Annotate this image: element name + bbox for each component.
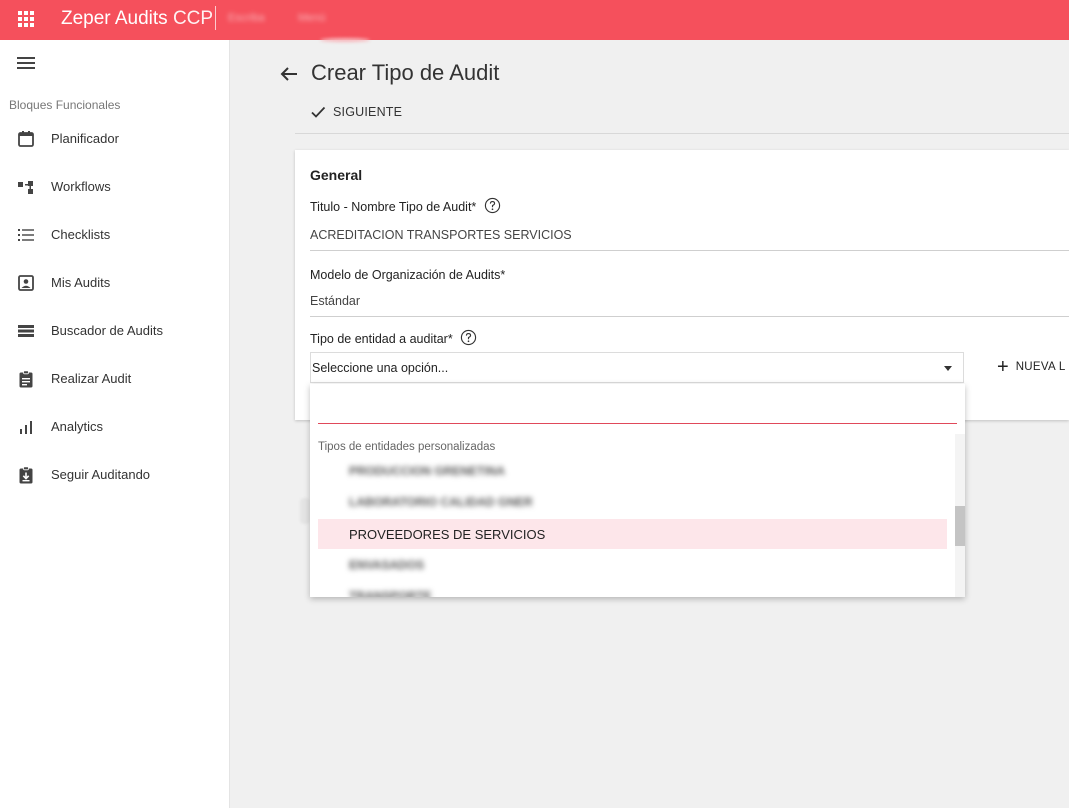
sidebar-item-label: Analytics	[51, 419, 104, 434]
next-button[interactable]: SIGUIENTE	[309, 100, 402, 124]
modelo-label: Modelo de Organización de Audits*	[310, 268, 506, 282]
entidad-dropdown-panel: Tipos de entidades personalizadas PRODUC…	[310, 384, 965, 597]
nueva-button-label: NUEVA L	[1015, 361, 1066, 373]
sidebar-item-planificador[interactable]: Planificador	[0, 119, 229, 159]
sidebar-item-workflows[interactable]: Workflows	[0, 167, 229, 207]
sidebar-item-analytics[interactable]: Analytics	[0, 407, 229, 447]
help-icon[interactable]	[460, 329, 477, 346]
sidebar-item-seguir-auditando[interactable]: Seguir Auditando	[0, 455, 229, 495]
dropdown-option-selected[interactable]: PROVEEDORES DE SERVICIOS	[318, 519, 947, 549]
dropdown-option-label: TRANSPORTE	[349, 589, 432, 597]
card-title: General	[310, 167, 363, 183]
sidebar-item-label: Buscador de Audits	[51, 323, 164, 338]
app-suffix: CCP	[172, 8, 214, 29]
help-icon[interactable]	[484, 197, 501, 214]
bar-chart-icon	[20, 421, 32, 434]
background-control	[300, 498, 310, 524]
dropdown-option[interactable]: ENVASADOS	[318, 550, 947, 580]
titulo-label-text: Titulo - Nombre Tipo de Audit*	[310, 200, 477, 214]
modelo-field-underline	[310, 316, 1069, 317]
nueva-button[interactable]: + NUEVA L	[997, 356, 1066, 378]
dropdown-option-label: ENVASADOS	[349, 558, 425, 572]
dropdown-scrollbar-thumb[interactable]	[955, 506, 965, 546]
sidebar-item-label: Planificador	[51, 131, 119, 146]
app-brand[interactable]: Zeper Audits CCP	[61, 8, 213, 30]
sidebar-item-checklists[interactable]: Checklists	[0, 215, 229, 255]
dropdown-option[interactable]: PRODUCCION GRENETINA	[318, 456, 947, 486]
dropdown-option-label: LABORATORIO CALIDAD GNER	[349, 495, 533, 509]
sidebar-item-label: Mis Audits	[51, 275, 111, 290]
checklist-icon	[18, 229, 34, 241]
dropdown-option[interactable]: TRANSPORTE	[318, 581, 947, 597]
sidebar: Bloques Funcionales Planificador Workflo…	[0, 40, 230, 808]
top-app-bar: Zeper Audits CCP Escriba Menú	[0, 0, 1069, 42]
dropdown-option[interactable]: LABORATORIO CALIDAD GNER	[318, 487, 947, 517]
list-view-icon	[18, 325, 34, 337]
dropdown-group-label: Tipos de entidades personalizadas	[318, 441, 496, 453]
clipboard-download-icon	[19, 466, 33, 484]
sidebar-item-label: Realizar Audit	[51, 371, 132, 386]
sidebar-item-label: Workflows	[51, 179, 111, 194]
sidebar-item-mis-audits[interactable]: Mis Audits	[0, 263, 229, 303]
apps-grid-icon[interactable]	[18, 11, 34, 27]
sidebar-item-realizar-audit[interactable]: Realizar Audit	[0, 359, 229, 399]
dropdown-option-label: PRODUCCION GRENETINA	[349, 464, 506, 478]
next-button-label: SIGUIENTE	[333, 105, 403, 119]
titulo-label: Titulo - Nombre Tipo de Audit*	[310, 197, 501, 214]
titulo-field[interactable]: ACREDITACION TRANSPORTES SERVICIOS	[310, 228, 572, 242]
calendar-icon	[18, 131, 34, 147]
entidad-label: Tipo de entidad a auditar*	[310, 329, 477, 346]
brand-divider	[215, 6, 216, 30]
top-menu-item-2[interactable]: Menú	[298, 12, 326, 24]
workflow-icon	[18, 181, 33, 194]
sidebar-section-title: Bloques Funcionales	[9, 98, 121, 112]
sidebar-item-label: Seguir Auditando	[51, 467, 151, 482]
plus-icon: +	[997, 356, 1009, 378]
check-icon	[311, 106, 326, 118]
sidebar-item-buscador[interactable]: Buscador de Audits	[0, 311, 229, 351]
page-title: Crear Tipo de Audit	[311, 60, 500, 85]
dropdown-search-input[interactable]	[318, 394, 957, 424]
entidad-select-value: Seleccione una opción...	[312, 361, 449, 375]
menu-icon[interactable]	[17, 56, 35, 70]
person-box-icon	[18, 275, 34, 291]
app-name: Zeper Audits	[61, 8, 168, 29]
top-menu-item-1[interactable]: Escriba	[228, 12, 265, 24]
dropdown-option-label: PROVEEDORES DE SERVICIOS	[349, 527, 546, 542]
back-arrow-icon[interactable]	[280, 66, 298, 82]
general-card: General Titulo - Nombre Tipo de Audit* A…	[295, 150, 1069, 420]
sidebar-item-label: Checklists	[51, 227, 111, 242]
entidad-label-text: Tipo de entidad a auditar*	[310, 332, 453, 346]
entidad-select[interactable]: Seleccione una opción...	[310, 352, 964, 383]
toolbar-divider	[295, 133, 1069, 134]
clipboard-icon	[19, 370, 33, 388]
dropdown-caret-icon	[944, 366, 952, 371]
titulo-field-underline	[310, 250, 1069, 251]
modelo-field[interactable]: Estándar	[310, 294, 360, 308]
